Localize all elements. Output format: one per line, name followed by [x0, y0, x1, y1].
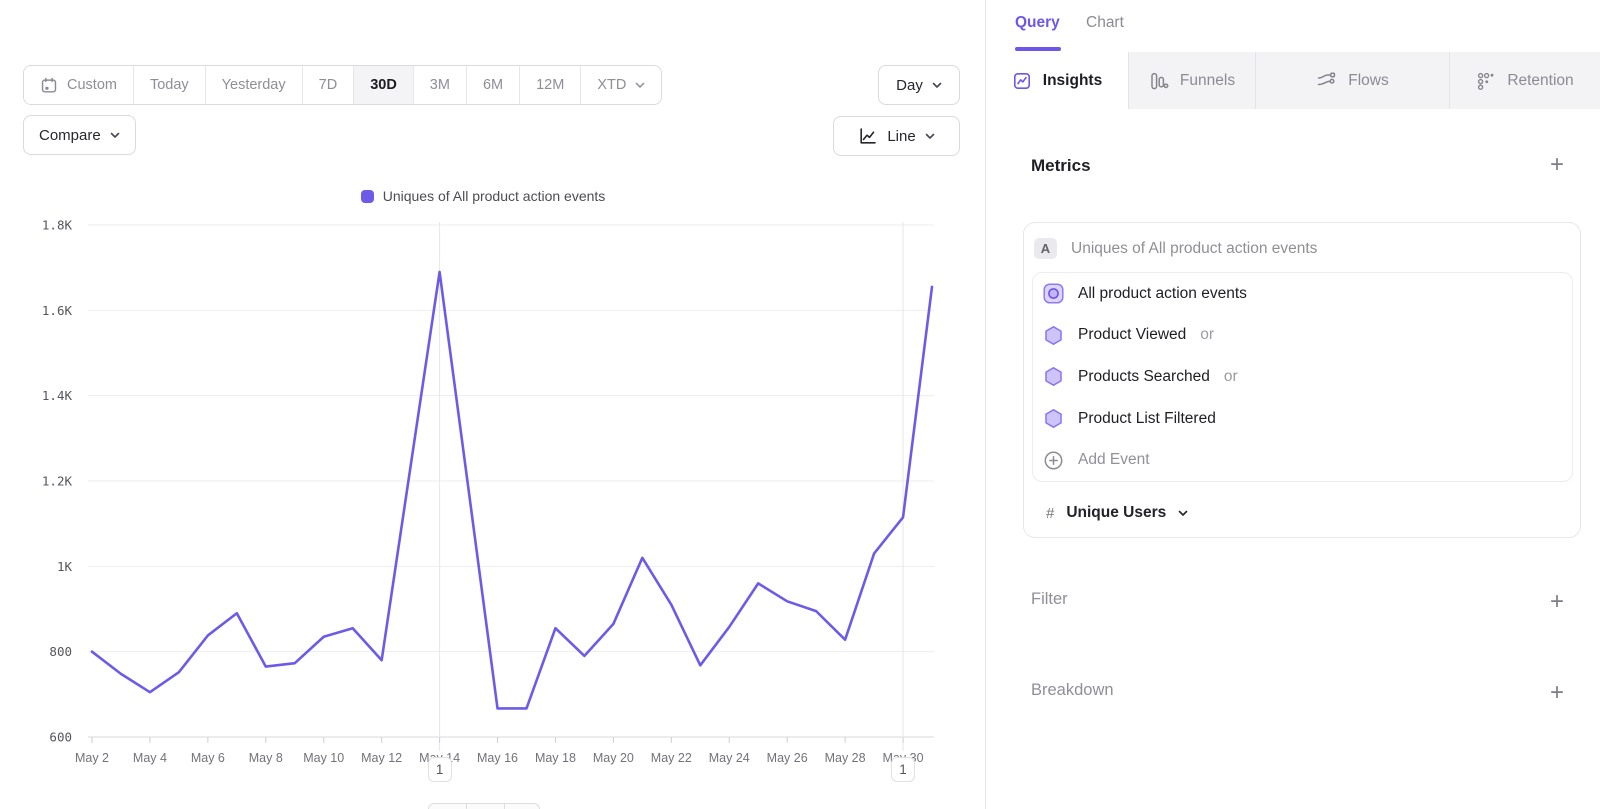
series-line — [92, 272, 932, 708]
hexagon-icon — [1043, 325, 1064, 346]
hexagon-icon — [1043, 408, 1064, 429]
add-filter-button[interactable]: + — [1550, 590, 1564, 614]
event-row[interactable]: All product action events — [1033, 273, 1572, 315]
x-axis-label: May 26 — [767, 751, 808, 765]
y-axis-label: 1.2K — [42, 474, 73, 489]
chevron-down-icon — [1178, 510, 1188, 517]
line-chart: 600 800 1K 1.2K 1.4K 1.6K 1.8K May 2 May 4 May 6 M… — [0, 0, 985, 809]
tab-label: Funnels — [1180, 72, 1235, 90]
tab-flows[interactable]: Flows — [1256, 52, 1450, 109]
tab-retention[interactable]: Retention — [1450, 52, 1600, 109]
y-axis-label: 1.4K — [42, 388, 73, 403]
x-axis-label: May 4 — [133, 751, 167, 765]
filter-section-title: Filter — [1031, 590, 1068, 609]
events-list: All product action events Product Viewed o… — [1032, 272, 1573, 482]
y-axis-label: 1.6K — [42, 303, 73, 318]
x-axis-label: May 2 — [75, 751, 109, 765]
event-row[interactable]: Product Viewed or — [1033, 315, 1572, 357]
event-row[interactable]: Products Searched or — [1033, 356, 1572, 398]
event-name: Product List Filtered — [1078, 410, 1216, 428]
report-type-tabs: Insights Funnels Flows Retention — [986, 52, 1600, 109]
x-axis-label: May 10 — [303, 751, 344, 765]
event-name: Products Searched — [1078, 368, 1210, 386]
event-group-icon — [1043, 283, 1064, 304]
funnels-icon — [1149, 71, 1169, 91]
tab-chart[interactable]: Chart — [1086, 14, 1124, 32]
retention-icon — [1476, 71, 1496, 91]
x-axis-label: May 28 — [825, 751, 866, 765]
event-name: Product Viewed — [1078, 326, 1186, 344]
y-axis-label: 1.8K — [42, 218, 73, 233]
clipped-bottom-control[interactable] — [428, 803, 540, 809]
insights-icon — [1012, 71, 1032, 91]
chart-pane: CustomTodayYesterday7D30D3M6M12MXTD Comp… — [0, 0, 985, 809]
measurement-label: Unique Users — [1066, 504, 1166, 522]
tab-query[interactable]: Query — [1015, 14, 1060, 32]
y-axis-label: 800 — [49, 644, 72, 659]
metrics-section-title: Metrics — [1031, 156, 1091, 176]
x-axis-label: May 22 — [651, 751, 692, 765]
breakdown-section-title: Breakdown — [1031, 681, 1114, 700]
x-axis-label: May 12 — [361, 751, 402, 765]
tab-label: Flows — [1348, 72, 1388, 90]
event-row[interactable]: Product List Filtered — [1033, 398, 1572, 440]
query-pane: Query Chart Insights Funnels Flows Retentio… — [985, 0, 1600, 809]
annotation-badge[interactable]: 1 — [428, 757, 452, 782]
x-axis-label: May 16 — [477, 751, 518, 765]
tab-funnels[interactable]: Funnels — [1129, 52, 1256, 109]
measurement-dropdown[interactable]: # Unique Users — [1046, 504, 1188, 522]
event-operator: or — [1224, 368, 1238, 386]
active-tab-underline — [1015, 47, 1061, 51]
annotation-badge[interactable]: 1 — [891, 757, 915, 782]
y-axis-label: 1K — [57, 559, 73, 574]
x-axis-label: May 20 — [593, 751, 634, 765]
x-axis-label: May 18 — [535, 751, 576, 765]
y-axis-label: 600 — [49, 730, 72, 745]
x-axis-label: May 6 — [191, 751, 225, 765]
tab-insights[interactable]: Insights — [986, 52, 1129, 109]
x-axis-label: May 8 — [249, 751, 283, 765]
add-breakdown-button[interactable]: + — [1550, 681, 1564, 705]
event-name: All product action events — [1078, 285, 1247, 303]
insights-report-builder: CustomTodayYesterday7D30D3M6M12MXTD Comp… — [0, 0, 1600, 809]
add-circle-icon — [1043, 450, 1064, 471]
metric-header[interactable]: A Uniques of All product action events — [1024, 223, 1580, 272]
series-letter-badge: A — [1034, 238, 1057, 259]
flows-icon — [1316, 71, 1337, 91]
metric-card: A Uniques of All product action events A… — [1023, 222, 1581, 538]
x-axis-label: May 24 — [709, 751, 750, 765]
tab-label: Retention — [1507, 72, 1573, 90]
series-title: Uniques of All product action events — [1071, 240, 1317, 258]
event-operator: or — [1200, 326, 1214, 344]
add-event-button[interactable]: Add Event — [1033, 439, 1572, 481]
number-sign-icon: # — [1046, 505, 1054, 522]
add-metric-button[interactable]: + — [1550, 153, 1564, 177]
hexagon-icon — [1043, 366, 1064, 387]
tab-label: Insights — [1043, 72, 1102, 90]
event-name: Add Event — [1078, 451, 1150, 469]
